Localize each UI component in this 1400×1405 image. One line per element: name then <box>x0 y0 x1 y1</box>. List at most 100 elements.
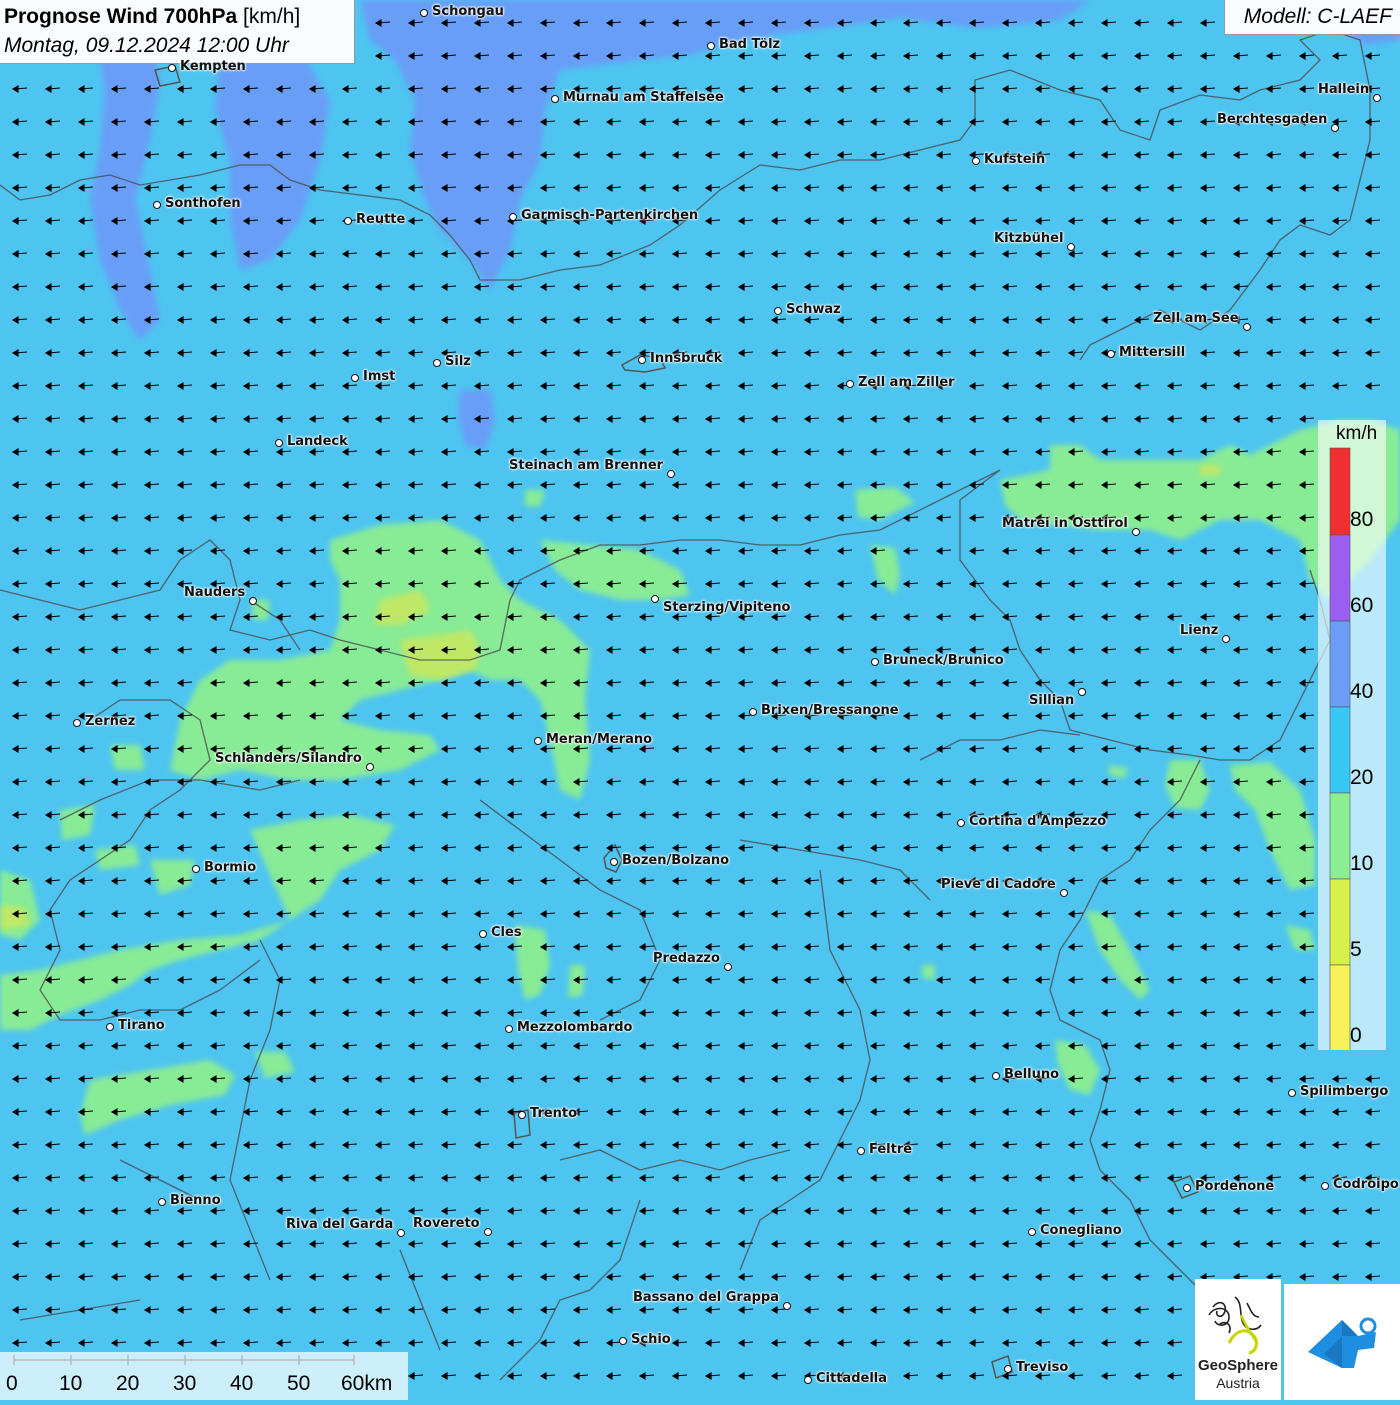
city-label: Pordenone <box>1195 1179 1275 1194</box>
city-label: Steinach am Brenner <box>509 458 664 473</box>
city-label: Spilimbergo <box>1300 1084 1389 1099</box>
city-marker <box>420 9 428 17</box>
city-label: Matrei in Osttirol <box>1002 516 1128 531</box>
city-marker <box>518 1111 526 1119</box>
city-label: Murnau am Staffelsee <box>563 90 724 105</box>
city-label: Trento <box>530 1106 578 1121</box>
city-label: Reutte <box>356 212 406 227</box>
city-marker <box>846 380 854 388</box>
scale-label-10: 10 <box>59 1372 83 1395</box>
city-marker <box>1243 323 1251 331</box>
city-label: Sonthofen <box>165 196 241 211</box>
city-label: Bruneck/Brunico <box>883 653 1004 668</box>
map-title: Prognose Wind 700hPa [km/h] <box>4 5 300 29</box>
geosphere-logo-icon <box>1208 1296 1262 1355</box>
city-label: Bienno <box>170 1193 221 1208</box>
city-marker <box>1183 1184 1191 1192</box>
city-label: Sterzing/Vipiteno <box>663 600 791 615</box>
warning-app-logo[interactable] <box>1284 1284 1400 1400</box>
city-marker <box>619 1337 627 1345</box>
city-marker <box>479 930 487 938</box>
city-marker <box>275 439 283 447</box>
scale-bar: 0 10 20 30 40 50 60km <box>0 1352 408 1400</box>
city-marker <box>1078 688 1086 696</box>
city-label: Meran/Merano <box>546 732 653 747</box>
city-marker <box>344 217 352 225</box>
city-label: Belluno <box>1004 1067 1060 1082</box>
city-label: Garmisch-Partenkirchen <box>521 208 699 223</box>
city-marker <box>1004 1365 1012 1373</box>
map-title-unit: [km/h] <box>243 5 301 28</box>
city-label: Lienz <box>1180 623 1219 638</box>
city-label: Sillian <box>1029 693 1075 708</box>
city-marker <box>168 64 176 72</box>
geosphere-logo-line1: GeoSphere <box>1197 1357 1279 1374</box>
city-label: Cortina d'Ampezzo <box>969 814 1107 829</box>
city-marker <box>351 374 359 382</box>
city-marker <box>73 719 81 727</box>
city-label: Bad Tölz <box>719 37 781 52</box>
city-marker <box>1060 889 1068 897</box>
city-marker <box>192 865 200 873</box>
city-marker <box>783 1302 791 1310</box>
city-marker <box>1222 635 1230 643</box>
city-marker <box>638 356 646 364</box>
city-label: Bassano del Grappa <box>633 1290 779 1305</box>
city-label: Zernez <box>85 714 136 729</box>
city-label: Schio <box>631 1332 671 1347</box>
city-marker <box>1373 94 1381 102</box>
city-marker <box>804 1376 812 1384</box>
city-label: Mezzolombardo <box>517 1020 633 1035</box>
city-marker <box>957 819 965 827</box>
city-label: Bormio <box>204 860 257 875</box>
legend-label-80: 80 <box>1350 508 1374 531</box>
city-label: Brixen/Bressanone <box>761 703 899 718</box>
geosphere-logo[interactable]: GeoSphere Austria <box>1195 1279 1281 1400</box>
city-marker <box>774 307 782 315</box>
legend-label-5: 5 <box>1350 938 1362 961</box>
city-label: Schwaz <box>786 302 841 317</box>
city-label: Hallein <box>1318 82 1370 97</box>
city-label: Imst <box>363 369 396 384</box>
legend-band-80plus <box>1329 447 1351 536</box>
city-label: Berchtesgaden <box>1217 112 1328 127</box>
city-label: Silz <box>445 354 471 369</box>
legend-band-20-40 <box>1329 706 1351 794</box>
city-marker <box>1067 243 1075 251</box>
city-label: Feltre <box>869 1142 913 1157</box>
color-legend: km/h 80 60 40 20 10 5 0 <box>1318 420 1386 1050</box>
city-marker <box>534 737 542 745</box>
legend-label-0: 0 <box>1350 1024 1362 1047</box>
city-marker <box>249 597 257 605</box>
city-marker <box>397 1229 405 1237</box>
city-marker <box>992 1072 1000 1080</box>
city-marker <box>610 858 618 866</box>
city-label: Innsbruck <box>650 351 723 366</box>
legend-label-20: 20 <box>1350 766 1374 789</box>
map-title-bold: Prognose Wind 700hPa <box>4 5 238 28</box>
city-marker <box>972 157 980 165</box>
city-label: Pieve di Cadore <box>941 877 1056 892</box>
city-label: Predazzo <box>653 951 720 966</box>
city-marker <box>551 95 559 103</box>
city-label: Schlanders/Silandro <box>215 751 362 766</box>
city-marker <box>857 1147 865 1155</box>
city-label: Mittersill <box>1119 345 1186 360</box>
city-marker <box>153 201 161 209</box>
city-label: Bozen/Bolzano <box>622 853 730 868</box>
city-label: Schongau <box>432 4 504 19</box>
city-marker <box>158 1198 166 1206</box>
city-label: Landeck <box>287 434 348 449</box>
city-label: Zell am Ziller <box>858 375 955 390</box>
city-marker <box>505 1025 513 1033</box>
legend-label-40: 40 <box>1350 680 1374 703</box>
scale-label-50: 50 <box>287 1372 311 1395</box>
city-marker <box>871 658 879 666</box>
scale-label-30: 30 <box>173 1372 197 1395</box>
legend-band-60-80 <box>1329 534 1351 622</box>
city-marker <box>667 470 675 478</box>
city-marker <box>106 1023 114 1031</box>
city-marker <box>651 595 659 603</box>
warning-app-icon <box>1308 1317 1377 1368</box>
city-label: Kufstein <box>984 152 1046 167</box>
